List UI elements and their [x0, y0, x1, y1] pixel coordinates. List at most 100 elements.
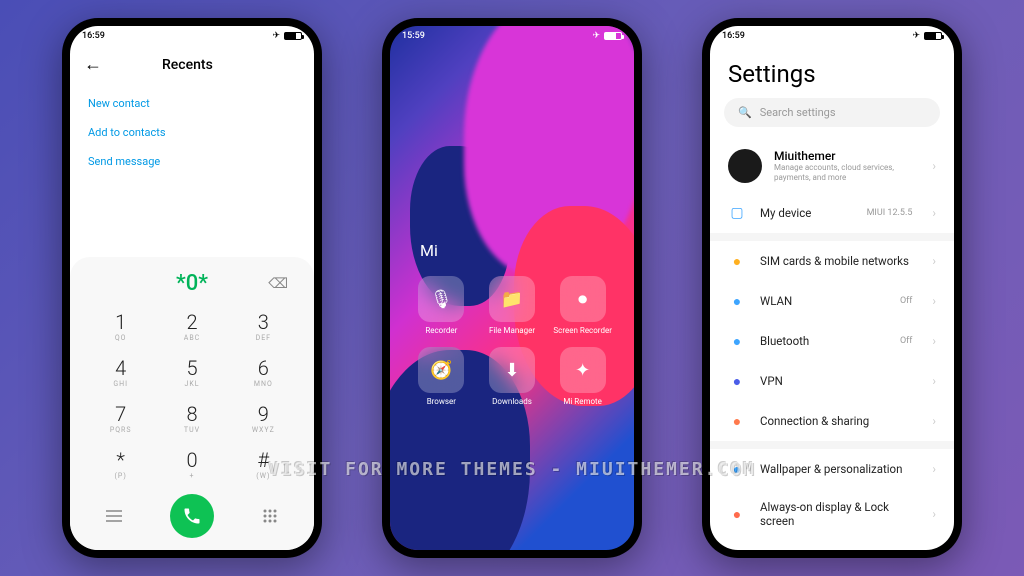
- signal-icon: ✈: [272, 31, 280, 41]
- app-label: Screen Recorder: [553, 326, 611, 335]
- account-name: Miuithemer: [774, 149, 920, 163]
- app-label: Mi Remote: [563, 397, 602, 406]
- dialkey-4[interactable]: 4GHI: [86, 350, 155, 394]
- item-icon: ●: [728, 505, 746, 523]
- settings-item-mydevice[interactable]: ▢ My device MIUI 12.5.5 ›: [710, 193, 954, 233]
- settings-item-wlan[interactable]: ● WLAN Off ›: [710, 281, 954, 321]
- app-browser[interactable]: 🧭 Browser: [410, 347, 473, 406]
- chevron-right-icon: ›: [932, 206, 936, 220]
- app-downloads[interactable]: ⬇ Downloads: [481, 347, 544, 406]
- dialkey-6[interactable]: 6MNO: [229, 350, 298, 394]
- avatar: [728, 149, 762, 183]
- dialkey-3[interactable]: 3DEF: [229, 304, 298, 348]
- item-label: WLAN: [760, 294, 886, 308]
- search-input[interactable]: 🔍 Search settings: [724, 98, 940, 127]
- new-contact-link[interactable]: New contact: [88, 89, 296, 118]
- dialkey-2[interactable]: 2ABC: [157, 304, 226, 348]
- app-label: Downloads: [492, 397, 532, 406]
- item-icon: ●: [728, 412, 746, 430]
- settings-item-vpn[interactable]: ● VPN ›: [710, 361, 954, 401]
- item-label: Connection & sharing: [760, 414, 918, 428]
- chevron-right-icon: ›: [932, 507, 936, 521]
- app-label: Recorder: [425, 326, 457, 335]
- phone-dialer: 16:59 ✈ ← Recents New contact Add to con…: [62, 18, 322, 558]
- page-title: Settings: [710, 46, 954, 98]
- app-label: File Manager: [489, 326, 535, 335]
- chevron-right-icon: ›: [932, 374, 936, 388]
- chevron-right-icon: ›: [932, 294, 936, 308]
- item-label: SIM cards & mobile networks: [760, 254, 918, 268]
- item-icon: ●: [728, 372, 746, 390]
- settings-item-sim-cards-mobile-networks[interactable]: ● SIM cards & mobile networks ›: [710, 241, 954, 281]
- item-value: Off: [900, 336, 912, 346]
- chevron-right-icon: ›: [932, 462, 936, 476]
- app-recorder[interactable]: 🎙 Recorder: [410, 276, 473, 335]
- item-value: Off: [900, 296, 912, 306]
- item-icon: ●: [728, 252, 746, 270]
- status-time: 16:59: [82, 31, 105, 41]
- chevron-right-icon: ›: [932, 414, 936, 428]
- dialkey-1[interactable]: 1QO: [86, 304, 155, 348]
- account-subtitle: Manage accounts, cloud services, payment…: [774, 163, 920, 182]
- item-icon: ●: [728, 460, 746, 478]
- dialkey-#[interactable]: #(W): [229, 442, 298, 486]
- statusbar: 16:59 ✈: [710, 26, 954, 46]
- statusbar: 15:59 ✈: [390, 26, 634, 46]
- app-glyph-icon: 🎙: [418, 276, 464, 322]
- battery-icon: [924, 32, 942, 40]
- folder-title: Mi: [420, 241, 438, 260]
- send-message-link[interactable]: Send message: [88, 147, 296, 176]
- phone-settings: 16:59 ✈ Settings 🔍 Search settings Miuit…: [702, 18, 962, 558]
- dialkey-7[interactable]: 7PQRS: [86, 396, 155, 440]
- settings-item-always-on-display-lock-screen[interactable]: ● Always-on display & Lock screen ›: [710, 489, 954, 539]
- search-icon: 🔍: [738, 106, 752, 119]
- app-glyph-icon: ⬇: [489, 347, 535, 393]
- search-placeholder: Search settings: [760, 106, 836, 119]
- app-label: Browser: [427, 397, 456, 406]
- menu-icon[interactable]: [102, 504, 126, 528]
- app-glyph-icon: 🧭: [418, 347, 464, 393]
- dialkey-5[interactable]: 5JKL: [157, 350, 226, 394]
- settings-item-connection-sharing[interactable]: ● Connection & sharing ›: [710, 401, 954, 441]
- item-icon: ●: [728, 292, 746, 310]
- dialkey-8[interactable]: 8TUV: [157, 396, 226, 440]
- status-time: 16:59: [722, 31, 745, 41]
- settings-item-wallpaper-personalization[interactable]: ● Wallpaper & personalization ›: [710, 449, 954, 489]
- status-time: 15:59: [402, 31, 425, 41]
- item-label: Bluetooth: [760, 334, 886, 348]
- app-glyph-icon: ⏺: [560, 276, 606, 322]
- app-file-manager[interactable]: 📁 File Manager: [481, 276, 544, 335]
- account-row[interactable]: Miuithemer Manage accounts, cloud servic…: [710, 139, 954, 193]
- app-glyph-icon: 📁: [489, 276, 535, 322]
- statusbar: 16:59 ✈: [70, 26, 314, 46]
- device-icon: ▢: [728, 204, 746, 222]
- backspace-button[interactable]: ⌫: [268, 276, 288, 292]
- app-glyph-icon: ✦: [560, 347, 606, 393]
- signal-icon: ✈: [912, 31, 920, 41]
- add-to-contacts-link[interactable]: Add to contacts: [88, 118, 296, 147]
- dialpad-toggle-icon[interactable]: [258, 504, 282, 528]
- page-title: Recents: [162, 57, 213, 73]
- dialkey-0[interactable]: 0+: [157, 442, 226, 486]
- settings-item-bluetooth[interactable]: ● Bluetooth Off ›: [710, 321, 954, 361]
- item-label: VPN: [760, 374, 918, 388]
- item-value: MIUI 12.5.5: [867, 208, 913, 218]
- divider: [710, 233, 954, 241]
- divider: [710, 441, 954, 449]
- chevron-right-icon: ›: [932, 159, 936, 173]
- item-icon: ●: [728, 332, 746, 350]
- chevron-right-icon: ›: [932, 334, 936, 348]
- dialkey-9[interactable]: 9WXYZ: [229, 396, 298, 440]
- chevron-right-icon: ›: [932, 254, 936, 268]
- app-mi-remote[interactable]: ✦ Mi Remote: [551, 347, 614, 406]
- battery-icon: [284, 32, 302, 40]
- signal-icon: ✈: [592, 31, 600, 41]
- dialkey-*[interactable]: *(P): [86, 442, 155, 486]
- item-label: My device: [760, 206, 853, 220]
- back-button[interactable]: ←: [84, 54, 102, 75]
- app-screen-recorder[interactable]: ⏺ Screen Recorder: [551, 276, 614, 335]
- item-label: Wallpaper & personalization: [760, 462, 918, 476]
- call-button[interactable]: [170, 494, 214, 538]
- item-label: Always-on display & Lock screen: [760, 500, 918, 528]
- phone-home: 15:59 ✈ Mi 🎙 Recorder 📁 File Manager ⏺ Screen…: [382, 18, 642, 558]
